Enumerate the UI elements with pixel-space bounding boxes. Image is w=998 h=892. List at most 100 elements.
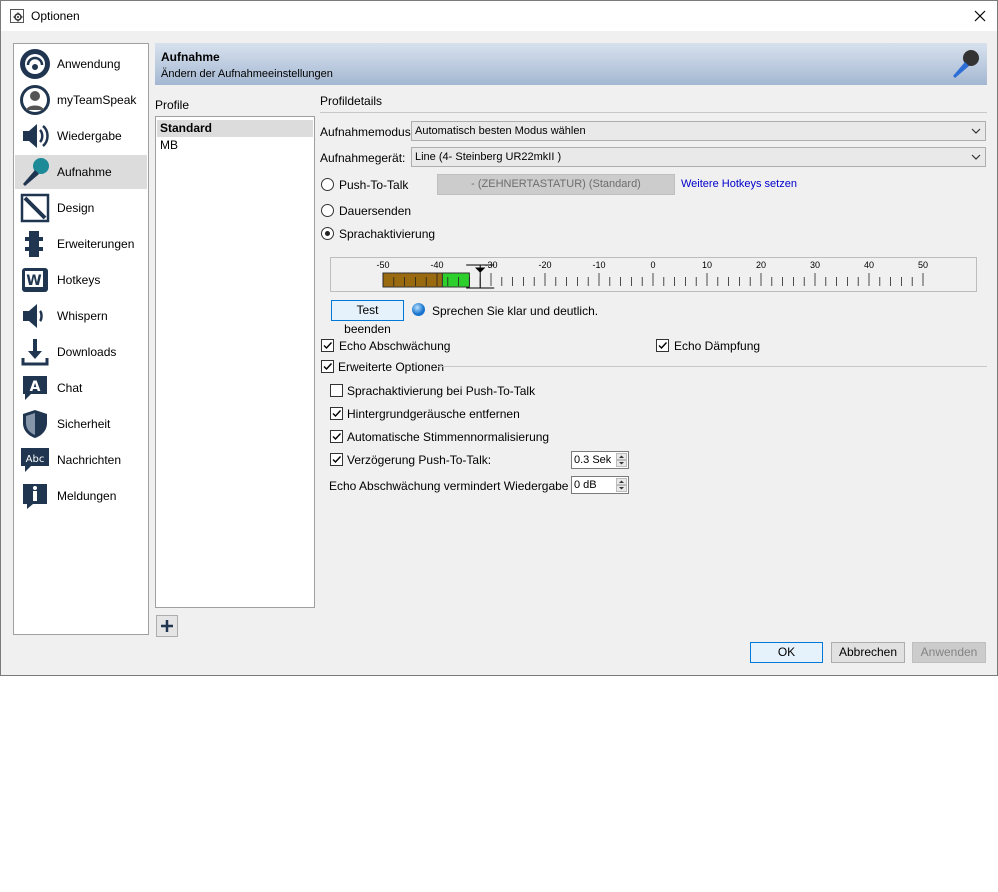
chevron-down-icon [971, 128, 981, 134]
echo-playback-label: Echo Abschwächung vermindert Wiedergabe … [329, 479, 592, 493]
nav-item-downloads[interactable]: Downloads [15, 335, 147, 369]
ptt-label: Push-To-Talk [339, 178, 409, 192]
advanced-checkbox[interactable] [321, 360, 334, 373]
nav-item-meldungen[interactable]: Meldungen [15, 479, 147, 513]
nav-item-hotkeys[interactable]: W Hotkeys [15, 263, 147, 297]
va-with-ptt-checkbox[interactable] [330, 384, 343, 397]
echo-cancellation-label: Echo Dämpfung [674, 339, 761, 353]
spin-down-icon[interactable] [616, 460, 627, 467]
nav-label: Erweiterungen [57, 237, 135, 251]
message-icon: Abc [21, 448, 49, 472]
more-hotkeys-link[interactable]: Weitere Hotkeys setzen [681, 178, 797, 190]
remove-noise-checkbox[interactable] [330, 407, 343, 420]
meter-graphic: -50 -40 -30 -20 -10 0 10 20 30 40 50 [376, 260, 928, 289]
svg-text:W: W [26, 273, 41, 289]
spin-buttons[interactable] [616, 453, 627, 467]
profile-list: Standard MB [155, 116, 315, 608]
design-icon [20, 193, 50, 223]
nav-item-whispern[interactable]: Whispern [15, 299, 147, 333]
device-select[interactable]: Line (4- Steinberg UR22mkII ) [411, 147, 986, 167]
ptt-radio[interactable] [321, 178, 334, 191]
options-window: Optionen Anwendung myTeamSpeak Wiedergab… [0, 0, 998, 676]
microphone-icon [23, 158, 49, 186]
nav-label: Sicherheit [57, 417, 111, 431]
profile-item[interactable]: Standard [157, 120, 313, 137]
add-profile-button[interactable] [156, 615, 178, 637]
nav-label: Downloads [57, 345, 117, 359]
whisper-icon [23, 304, 43, 328]
meter-tick-label: -50 [376, 260, 389, 270]
nav-label: myTeamSpeak [57, 93, 137, 107]
nav-item-chat[interactable]: A Chat [15, 371, 147, 405]
details-label: Profildetails [320, 94, 383, 108]
cancel-button[interactable]: Abbrechen [831, 642, 905, 663]
auto-norm-checkbox[interactable] [330, 430, 343, 443]
status-orb-icon [412, 303, 425, 316]
voice-level-meter[interactable]: -50 -40 -30 -20 -10 0 10 20 30 40 50 [330, 257, 977, 292]
nav-item-aufnahme[interactable]: Aufnahme [15, 155, 147, 189]
nav-item-wiedergabe[interactable]: Wiedergabe [15, 119, 147, 153]
ptt-delay-checkbox[interactable] [330, 453, 343, 466]
meter-level-active [441, 272, 470, 288]
continuous-radio[interactable] [321, 204, 334, 217]
nav-item-nachrichten[interactable]: Abc Nachrichten [15, 443, 147, 477]
plus-icon [161, 620, 173, 632]
nav-label: Design [57, 201, 95, 215]
user-icon [20, 85, 50, 115]
test-button[interactable]: Test beenden [331, 300, 404, 336]
page-title: Aufnahme [161, 50, 220, 64]
spin-up-icon[interactable] [616, 478, 627, 485]
meter-tick-label: -20 [538, 260, 551, 270]
echo-cancellation-checkbox[interactable] [656, 339, 669, 352]
ok-button[interactable]: OK [750, 642, 823, 663]
echo-playback-value: 0 dB [574, 479, 597, 491]
mode-label: Aufnahmemodus: [320, 125, 415, 139]
spin-down-icon[interactable] [616, 485, 627, 492]
ptt-hotkey-button[interactable]: - (ZEHNERTASTATUR) (Standard) [437, 174, 675, 195]
spin-up-icon[interactable] [616, 453, 627, 460]
puzzle-icon [25, 231, 43, 257]
meter-tick-label: 40 [864, 260, 874, 270]
category-list: Anwendung myTeamSpeak Wiedergabe Aufnahm… [13, 43, 149, 635]
ptt-delay-spinbox[interactable]: 0.3 Sek [571, 451, 629, 469]
voice-activation-radio[interactable] [321, 227, 334, 240]
close-button[interactable] [963, 1, 997, 31]
info-icon [23, 484, 47, 509]
nav-item-anwendung[interactable]: Anwendung [15, 47, 147, 81]
nav-label: Meldungen [57, 489, 117, 503]
spin-buttons[interactable] [616, 478, 627, 492]
profile-item[interactable]: MB [157, 137, 313, 154]
speaker-icon [23, 124, 49, 148]
mode-select[interactable]: Automatisch besten Modus wählen [411, 121, 986, 141]
voice-activation-label: Sprachaktivierung [339, 227, 436, 241]
meter-tick-label: 30 [810, 260, 820, 270]
nav-item-sicherheit[interactable]: Sicherheit [15, 407, 147, 441]
meter-tick-label: 0 [650, 260, 655, 270]
settings-icon [10, 9, 24, 23]
mode-value: Automatisch besten Modus wählen [415, 125, 586, 137]
nav-item-design[interactable]: Design [15, 191, 147, 225]
profile-label: Profile [155, 98, 190, 112]
device-value: Line (4- Steinberg UR22mkII ) [415, 151, 562, 163]
echo-playback-spinbox[interactable]: 0 dB [571, 476, 629, 494]
advanced-label: Erweiterte Optionen [338, 360, 445, 374]
echo-reduction-checkbox[interactable] [321, 339, 334, 352]
remove-noise-label: Hintergrundgeräusche entfernen [347, 407, 520, 421]
nav-label: Anwendung [57, 57, 121, 71]
ptt-delay-value: 0.3 Sek [574, 454, 612, 466]
nav-label: Chat [57, 381, 83, 395]
nav-label: Aufnahme [57, 165, 112, 179]
hotkey-icon: W [22, 268, 48, 292]
nav-item-myteamspeak[interactable]: myTeamSpeak [15, 83, 147, 117]
meter-tick-label: 10 [702, 260, 712, 270]
apply-button[interactable]: Anwenden [912, 642, 986, 663]
chat-icon: A [23, 376, 47, 400]
nav-item-erweiterungen[interactable]: Erweiterungen [15, 227, 147, 261]
microphone-icon [953, 50, 979, 78]
title-bar: Optionen [1, 1, 997, 31]
close-icon [974, 10, 986, 22]
window-title: Optionen [31, 9, 80, 23]
svg-text:Abc: Abc [26, 454, 45, 465]
echo-reduction-label: Echo Abschwächung [339, 339, 451, 353]
ptt-delay-label: Verzögerung Push-To-Talk: [347, 453, 492, 467]
